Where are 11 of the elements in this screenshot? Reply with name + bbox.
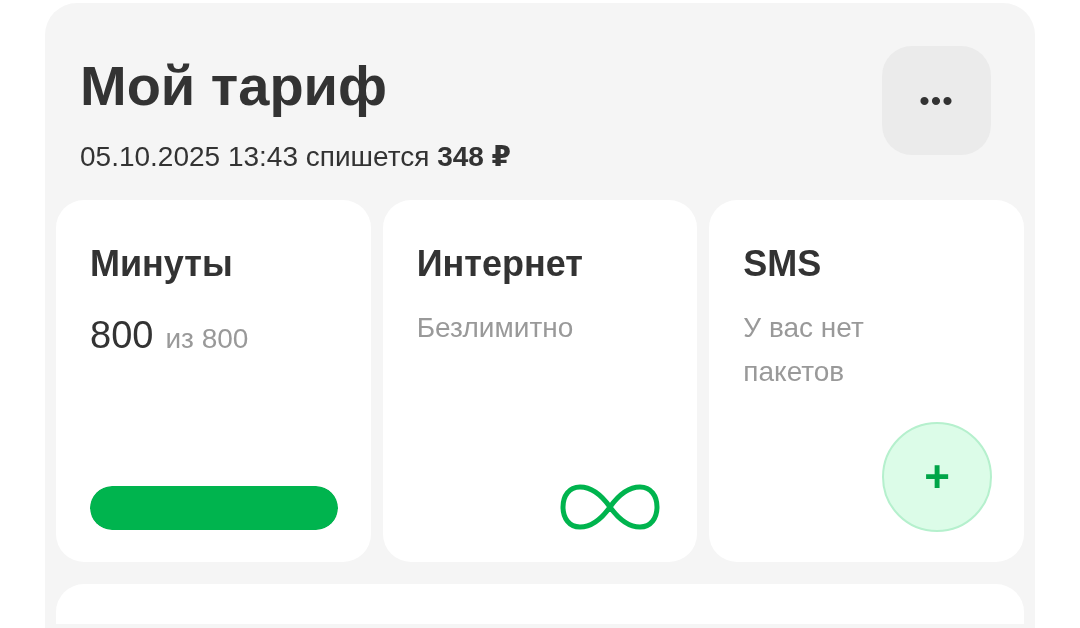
tariff-title: Мой тариф	[80, 54, 389, 118]
card-title: Интернет	[416, 242, 584, 286]
minutes-total: из 800	[165, 323, 249, 355]
package-note: Безлимитно	[416, 311, 575, 345]
card-title: Минуты	[90, 242, 234, 286]
charge-info: 05.10.2025 13:43 спишется 348 ₽	[80, 140, 512, 174]
package-note: У вас нет пакетов	[743, 311, 865, 389]
infinity-icon	[560, 484, 661, 530]
more-button[interactable]: •••	[882, 46, 991, 155]
card-title: SMS	[743, 242, 823, 286]
minutes-remaining: 800	[90, 314, 154, 357]
